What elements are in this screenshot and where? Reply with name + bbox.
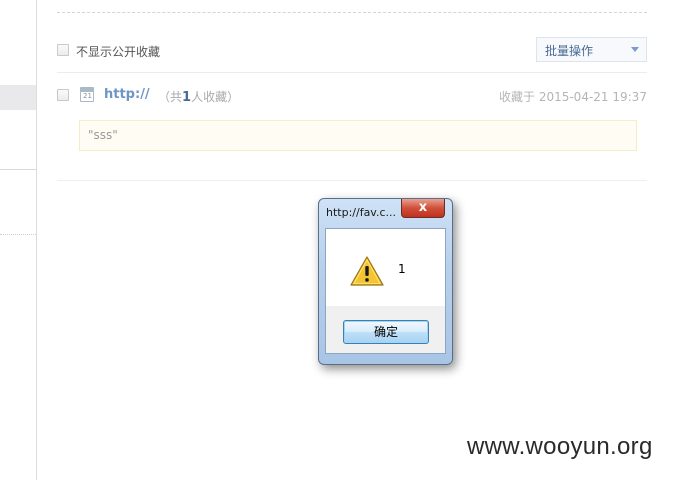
calendar-day: 21 xyxy=(83,92,92,100)
hide-public-label: 不显示公开收藏 xyxy=(76,45,161,59)
dialog-footer: 确定 xyxy=(325,306,446,354)
note-text: "sss" xyxy=(88,128,118,142)
count-number: 1 xyxy=(182,90,192,105)
sidebar-divider-dotted xyxy=(0,234,36,235)
close-icon: x xyxy=(418,200,428,215)
batch-actions-label: 批量操作 xyxy=(545,44,594,58)
ok-button[interactable]: 确定 xyxy=(343,320,429,344)
warning-icon xyxy=(350,256,384,286)
sidebar-item-selected[interactable] xyxy=(0,85,36,110)
count-suffix: 人收藏） xyxy=(191,90,240,104)
sidebar xyxy=(0,0,37,480)
calendar-icon: 21 xyxy=(80,87,94,102)
saved-timestamp: 收藏于 2015-04-21 19:37 xyxy=(499,90,647,104)
item-checkbox[interactable] xyxy=(57,89,69,101)
dialog-body: 1 xyxy=(325,228,446,306)
favorite-count: （共1人收藏） xyxy=(158,88,239,105)
batch-actions-select[interactable]: 批量操作 xyxy=(536,37,647,62)
note-box: "sss" xyxy=(79,120,637,151)
list-bottom-divider xyxy=(57,180,647,181)
chevron-down-icon xyxy=(631,47,639,52)
close-button[interactable]: x xyxy=(401,199,445,218)
alert-dialog: http://fav.c... x 1 确定 xyxy=(318,198,453,365)
count-prefix: （共 xyxy=(158,90,183,104)
dialog-message: 1 xyxy=(398,262,406,276)
top-divider xyxy=(57,12,647,13)
favorite-link[interactable]: http:// xyxy=(104,87,150,102)
sidebar-divider xyxy=(0,169,36,170)
row-divider xyxy=(57,72,647,73)
page: 不显示公开收藏 批量操作 21 http:// （共1人收藏） 收藏于 2015… xyxy=(0,0,673,480)
dialog-title: http://fav.c... xyxy=(326,206,397,219)
hide-public-checkbox[interactable] xyxy=(57,44,69,56)
watermark: www.wooyun.org xyxy=(467,433,653,460)
